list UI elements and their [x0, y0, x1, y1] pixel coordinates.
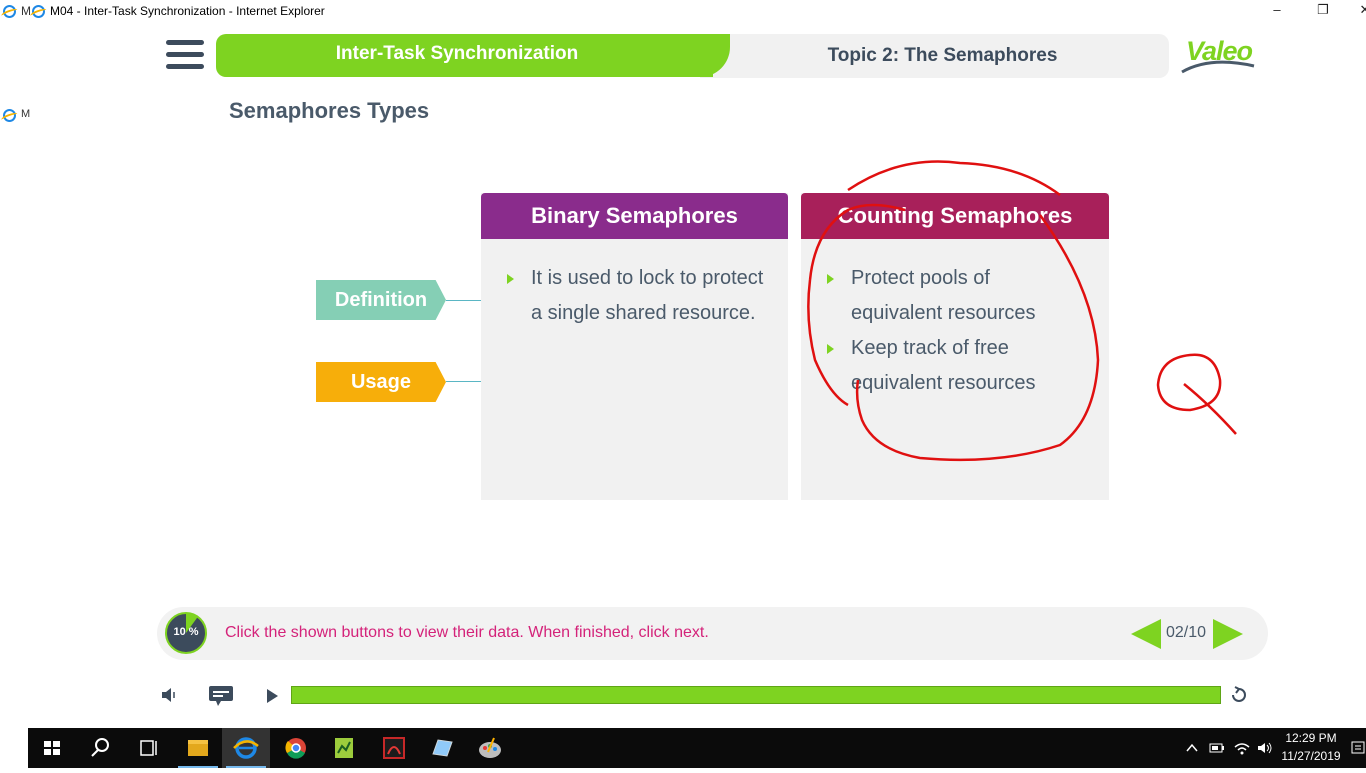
restore-button[interactable]: ❐ — [1308, 2, 1338, 18]
definition-connector — [446, 300, 481, 301]
tab-definition[interactable]: Definition — [316, 280, 446, 320]
bullet-item: It is used to lock to protect a single s… — [507, 261, 778, 331]
search-icon[interactable] — [76, 728, 124, 768]
binary-semaphores-card: Binary Semaphores It is used to lock to … — [481, 193, 788, 500]
captions-icon[interactable] — [208, 685, 234, 707]
usage-connector — [446, 381, 481, 382]
clock-date[interactable]: 11/27/2019 — [1278, 749, 1344, 763]
play-icon[interactable] — [265, 688, 279, 704]
ie-icon — [3, 109, 16, 122]
internet-explorer-icon[interactable] — [222, 728, 270, 768]
counting-semaphores-card: Counting Semaphores Protect pools of equ… — [801, 193, 1109, 500]
counting-bullets: Protect pools of equivalent resources Ke… — [827, 261, 1069, 401]
start-windows-icon[interactable] — [28, 728, 76, 768]
minimize-button[interactable]: – — [1262, 2, 1292, 17]
ie-icon — [3, 5, 16, 18]
speaker-icon[interactable] — [1256, 740, 1274, 756]
bullet-item: Protect pools of equivalent resources — [827, 261, 1069, 331]
counting-card-title: Counting Semaphores — [801, 193, 1109, 239]
status-message: Click the shown buttons to view their da… — [225, 624, 709, 641]
notepad-chart-icon[interactable] — [320, 728, 368, 768]
battery-icon[interactable] — [1208, 740, 1226, 756]
side-tab-label[interactable]: M — [21, 108, 30, 120]
notification-icon[interactable] — [1350, 740, 1366, 758]
replay-icon[interactable] — [1229, 686, 1249, 704]
tray-chevron-up-icon[interactable] — [1184, 740, 1200, 756]
task-view-icon[interactable] — [124, 728, 172, 768]
wifi-icon[interactable] — [1233, 740, 1251, 756]
window-side-label: M — [21, 4, 31, 18]
window-titlebar: M M04 - Inter-Task Synchronization - Int… — [0, 0, 1366, 24]
app-cube-icon[interactable] — [418, 728, 466, 768]
previous-arrow-icon[interactable] — [1131, 619, 1161, 649]
timeline-bar[interactable] — [291, 686, 1221, 704]
hamburger-menu-icon[interactable] — [166, 40, 204, 70]
page-counter: 02/10 — [1166, 624, 1207, 641]
logo-swoosh-icon — [1181, 60, 1255, 74]
valeo-logo: Valeo — [1180, 36, 1260, 76]
volume-icon[interactable] — [160, 686, 180, 704]
next-arrow-icon[interactable] — [1213, 619, 1243, 649]
course-title: Inter-Task Synchronization — [335, 43, 579, 64]
file-explorer-icon[interactable] — [174, 728, 222, 768]
chrome-icon[interactable] — [272, 728, 320, 768]
acrobat-icon[interactable] — [370, 728, 418, 768]
bullet-item: Keep track of free equivalent resources — [827, 331, 1069, 401]
close-button[interactable]: ✕ — [1350, 2, 1366, 18]
annotation-q-mark — [1156, 353, 1237, 435]
window-title: M04 - Inter-Task Synchronization - Inter… — [50, 4, 325, 18]
ie-icon — [32, 5, 45, 18]
binary-bullets: It is used to lock to protect a single s… — [507, 261, 778, 331]
progress-label: 10 % — [173, 626, 199, 638]
topic-title: Topic 2: The Semaphores — [827, 45, 1058, 66]
binary-card-title: Binary Semaphores — [481, 193, 788, 239]
page-heading: Semaphores Types — [229, 98, 430, 123]
clock-time[interactable]: 12:29 PM — [1284, 731, 1338, 745]
tab-usage[interactable]: Usage — [316, 362, 446, 402]
paint-icon[interactable] — [466, 728, 514, 768]
